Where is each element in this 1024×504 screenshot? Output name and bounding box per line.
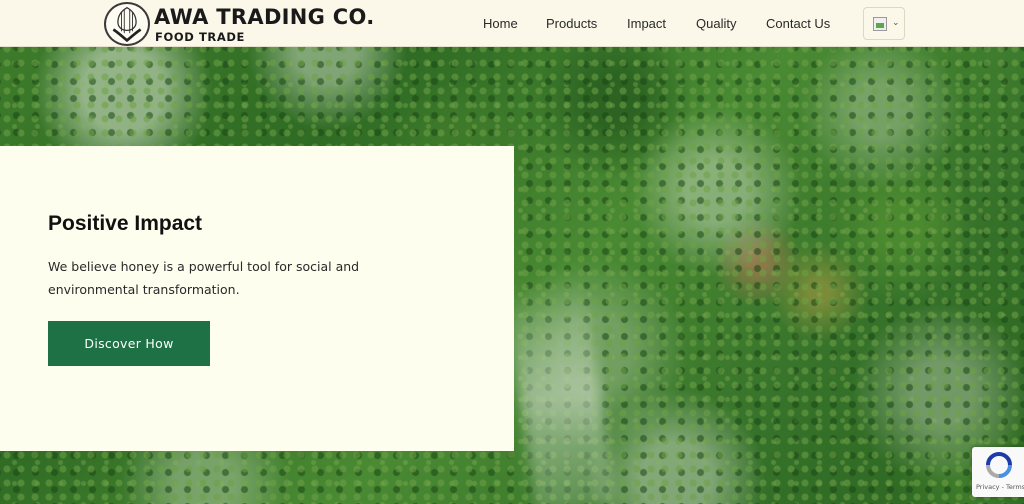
nav-contact-us[interactable]: Contact Us	[766, 16, 830, 31]
nav-impact[interactable]: Impact	[627, 16, 666, 31]
nav-quality[interactable]: Quality	[696, 16, 736, 31]
recaptcha-icon	[986, 452, 1012, 478]
recaptcha-links[interactable]: Privacy - Terms	[976, 483, 1024, 491]
impact-card: Positive Impact We believe honey is a po…	[0, 146, 514, 451]
recaptcha-badge[interactable]: Privacy - Terms	[972, 447, 1024, 497]
language-selector[interactable]: ⌄	[863, 7, 905, 40]
discover-how-button[interactable]: Discover How	[48, 321, 210, 366]
nav-home[interactable]: Home	[483, 16, 518, 31]
brand-tagline: FOOD TRADE	[155, 30, 245, 44]
broken-flag-image-icon	[873, 17, 887, 31]
section-text: We believe honey is a powerful tool for …	[48, 259, 360, 297]
brand-name[interactable]: AWA TRADING CO.	[154, 5, 375, 29]
site-header: AWA TRADING CO. FOOD TRADE Home Products…	[0, 0, 1024, 47]
chevron-down-icon: ⌄	[892, 17, 900, 27]
nav-products[interactable]: Products	[546, 16, 597, 31]
section-title: Positive Impact	[48, 212, 203, 235]
logo-icon[interactable]	[104, 2, 150, 46]
